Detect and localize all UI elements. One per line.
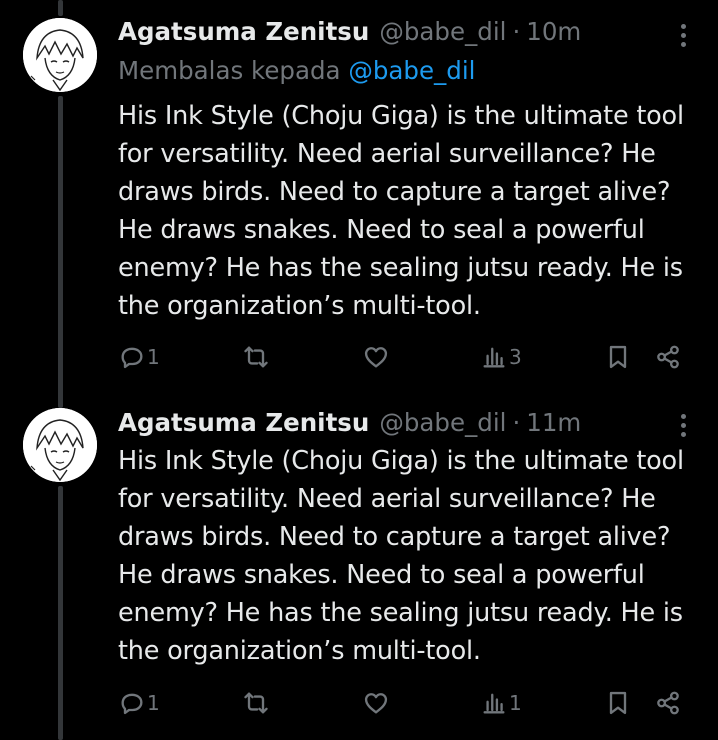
tweet-text: His Ink Style (Choju Giga) is the ultima… bbox=[118, 97, 698, 325]
tweet-text-line: the organization’s multi-tool. bbox=[118, 636, 481, 666]
tweet-actions: 1 3 bbox=[118, 339, 688, 375]
separator: · bbox=[512, 16, 521, 46]
avatar[interactable] bbox=[23, 18, 97, 92]
reply-icon bbox=[121, 347, 143, 369]
views-button[interactable]: 3 bbox=[480, 339, 522, 375]
like-icon bbox=[364, 693, 388, 714]
thread-line-upper bbox=[58, 0, 63, 16]
bookmark-icon bbox=[609, 691, 627, 715]
tweet-header: Agatsuma Zenitsu @babe_dil · 11m bbox=[118, 405, 581, 439]
tweet-text-line: His Ink Style (Choju Giga) is the ultima… bbox=[118, 446, 684, 476]
bookmark-icon bbox=[609, 345, 627, 369]
tweet-text-line: draws birds. Need to capture a target al… bbox=[118, 522, 671, 552]
tweet-text-line: enemy? He has the sealing jutsu ready. H… bbox=[118, 253, 683, 283]
reply-button[interactable]: 1 bbox=[118, 685, 160, 721]
views-button[interactable]: 1 bbox=[480, 685, 522, 721]
reply-button[interactable]: 1 bbox=[118, 339, 160, 375]
author-handle[interactable]: @babe_dil bbox=[379, 408, 506, 437]
author-name[interactable]: Agatsuma Zenitsu bbox=[118, 17, 369, 46]
tweet-text-line: for versatility. Need aerial surveillanc… bbox=[118, 139, 656, 169]
reply-context: Membalas kepada @babe_dil bbox=[118, 56, 475, 85]
retweet-button[interactable] bbox=[242, 685, 270, 721]
tweet-text-line: for versatility. Need aerial surveillanc… bbox=[118, 484, 656, 514]
bookmark-button[interactable] bbox=[604, 339, 632, 375]
more-icon[interactable] bbox=[672, 410, 694, 440]
reply-mention-link[interactable]: @babe_dil bbox=[348, 56, 475, 85]
tweet-text-line: He draws snakes. Need to seal a powerful bbox=[118, 215, 645, 245]
reply-prefix: Membalas kepada bbox=[118, 56, 341, 85]
tweet-text-line: the organization’s multi-tool. bbox=[118, 291, 481, 321]
like-button[interactable] bbox=[362, 339, 390, 375]
share-icon bbox=[657, 345, 679, 369]
thread-line-lower bbox=[58, 486, 63, 740]
like-button[interactable] bbox=[362, 685, 390, 721]
tweet-header: Agatsuma Zenitsu @babe_dil · 10m bbox=[118, 14, 581, 48]
reply-count: 1 bbox=[147, 691, 160, 715]
views-icon bbox=[483, 693, 505, 714]
tweet-text-line: draws birds. Need to capture a target al… bbox=[118, 177, 671, 207]
more-icon[interactable] bbox=[672, 20, 694, 50]
reply-icon bbox=[121, 693, 143, 715]
like-icon bbox=[364, 347, 388, 368]
retweet-icon bbox=[244, 346, 268, 368]
separator: · bbox=[512, 407, 521, 437]
retweet-icon bbox=[244, 692, 268, 714]
views-count: 1 bbox=[509, 691, 522, 715]
tweet-text: His Ink Style (Choju Giga) is the ultima… bbox=[118, 442, 698, 670]
tweet-text-line: His Ink Style (Choju Giga) is the ultima… bbox=[118, 101, 684, 131]
timestamp[interactable]: 10m bbox=[526, 17, 581, 46]
tweet-text-line: He draws snakes. Need to seal a powerful bbox=[118, 560, 645, 590]
thread-line-middle bbox=[58, 96, 63, 408]
tweet-actions: 1 1 bbox=[118, 685, 688, 721]
timestamp[interactable]: 11m bbox=[526, 408, 581, 437]
share-button[interactable] bbox=[654, 339, 682, 375]
author-name[interactable]: Agatsuma Zenitsu bbox=[118, 408, 369, 437]
share-button[interactable] bbox=[654, 685, 682, 721]
share-icon bbox=[657, 691, 679, 715]
views-icon bbox=[483, 347, 505, 368]
tweet-text-line: enemy? He has the sealing jutsu ready. H… bbox=[118, 598, 683, 628]
avatar[interactable] bbox=[23, 408, 97, 482]
bookmark-button[interactable] bbox=[604, 685, 632, 721]
reply-count: 1 bbox=[147, 345, 160, 369]
views-count: 3 bbox=[509, 345, 522, 369]
retweet-button[interactable] bbox=[242, 339, 270, 375]
author-handle[interactable]: @babe_dil bbox=[379, 17, 506, 46]
